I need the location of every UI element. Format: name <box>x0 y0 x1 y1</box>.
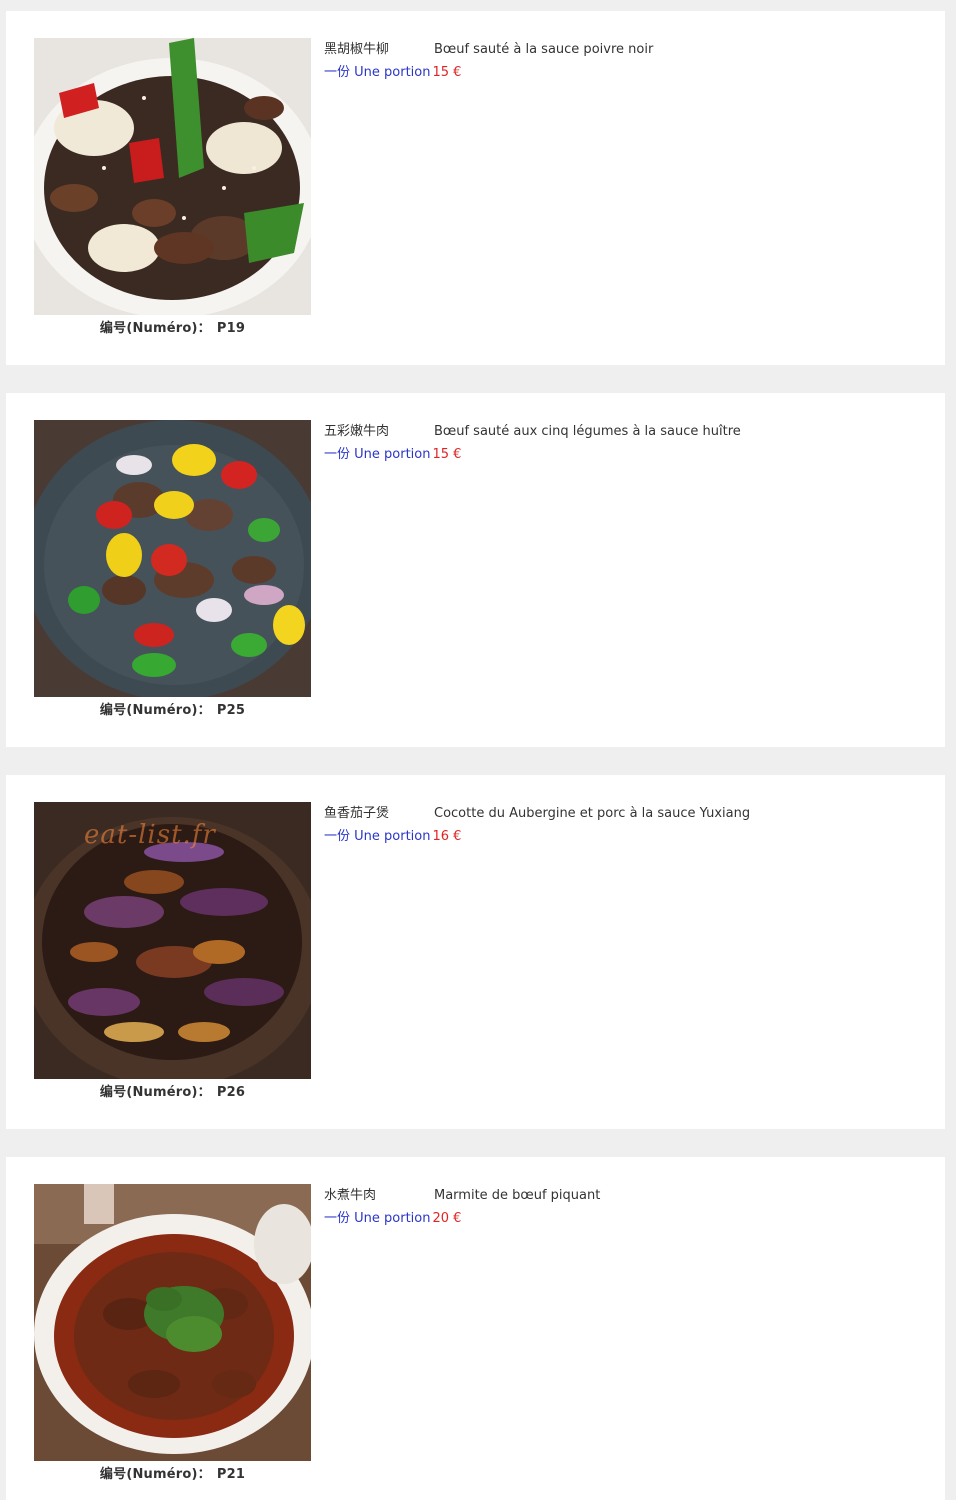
number-code: P19 <box>216 321 246 336</box>
number-code: P25 <box>216 703 246 718</box>
number-label: 编号(Numéro)： <box>99 321 211 336</box>
dish-number: 编号(Numéro)： P19 <box>34 317 311 336</box>
dish-info: 水煮牛肉 Marmite de bœuf piquant 一份 Une port… <box>324 1186 924 1230</box>
dish-photo[interactable] <box>34 1184 311 1461</box>
number-code: P21 <box>216 1467 246 1482</box>
dish-card[interactable]: eat-list.fr 编号(Numéro)： P26 鱼香茄子煲 Cocotte… <box>6 775 945 1129</box>
dish-photo-image <box>34 1184 311 1461</box>
dish-card[interactable]: 编号(Numéro)： P21 水煮牛肉 Marmite de bœuf piqu… <box>6 1157 945 1500</box>
dish-info: 五彩嫩牛肉 Bœuf sauté aux cinq légumes à la s… <box>324 422 924 466</box>
dish-name-fr: Cocotte du Aubergine et porc à la sauce … <box>434 806 751 821</box>
dish-name-cn: 水煮牛肉 <box>324 1188 377 1203</box>
dish-photo-image <box>34 420 311 697</box>
dish-photo-image <box>34 38 311 315</box>
dish-price: 15 € <box>432 447 462 462</box>
dish-photo[interactable] <box>34 420 311 697</box>
number-code: P26 <box>216 1085 246 1100</box>
portion-label: 一份 Une portion <box>324 65 431 80</box>
dish-info: 黑胡椒牛柳 Bœuf sauté à la sauce poivre noir … <box>324 40 924 84</box>
dish-name-fr: Marmite de bœuf piquant <box>434 1188 601 1203</box>
watermark: eat-list.fr <box>84 820 216 850</box>
dish-name-cn: 黑胡椒牛柳 <box>324 42 390 57</box>
dish-photo[interactable]: eat-list.fr <box>34 802 311 1079</box>
portion-label: 一份 Une portion <box>324 1211 431 1226</box>
dish-card[interactable]: 编号(Numéro)： P25 五彩嫩牛肉 Bœuf sauté aux cinq… <box>6 393 945 747</box>
dish-number: 编号(Numéro)： P25 <box>34 699 311 718</box>
number-label: 编号(Numéro)： <box>99 703 211 718</box>
dish-name-fr: Bœuf sauté à la sauce poivre noir <box>434 42 654 57</box>
dish-price: 15 € <box>432 65 462 80</box>
menu-page: 编号(Numéro)： P19 黑胡椒牛柳 Bœuf sauté à la sau… <box>0 0 956 1500</box>
portion-label: 一份 Une portion <box>324 829 431 844</box>
dish-info: 鱼香茄子煲 Cocotte du Aubergine et porc à la … <box>324 804 924 848</box>
dish-price: 20 € <box>432 1211 462 1226</box>
dish-name-cn: 鱼香茄子煲 <box>324 806 390 821</box>
number-label: 编号(Numéro)： <box>99 1467 211 1482</box>
portion-label: 一份 Une portion <box>324 447 431 462</box>
dish-price: 16 € <box>432 829 462 844</box>
dish-photo[interactable] <box>34 38 311 315</box>
number-label: 编号(Numéro)： <box>99 1085 211 1100</box>
dish-card[interactable]: 编号(Numéro)： P19 黑胡椒牛柳 Bœuf sauté à la sau… <box>6 11 945 365</box>
dish-number: 编号(Numéro)： P21 <box>34 1463 311 1482</box>
dish-number: 编号(Numéro)： P26 <box>34 1081 311 1100</box>
dish-name-cn: 五彩嫩牛肉 <box>324 424 390 439</box>
dish-name-fr: Bœuf sauté aux cinq légumes à la sauce h… <box>434 424 741 439</box>
